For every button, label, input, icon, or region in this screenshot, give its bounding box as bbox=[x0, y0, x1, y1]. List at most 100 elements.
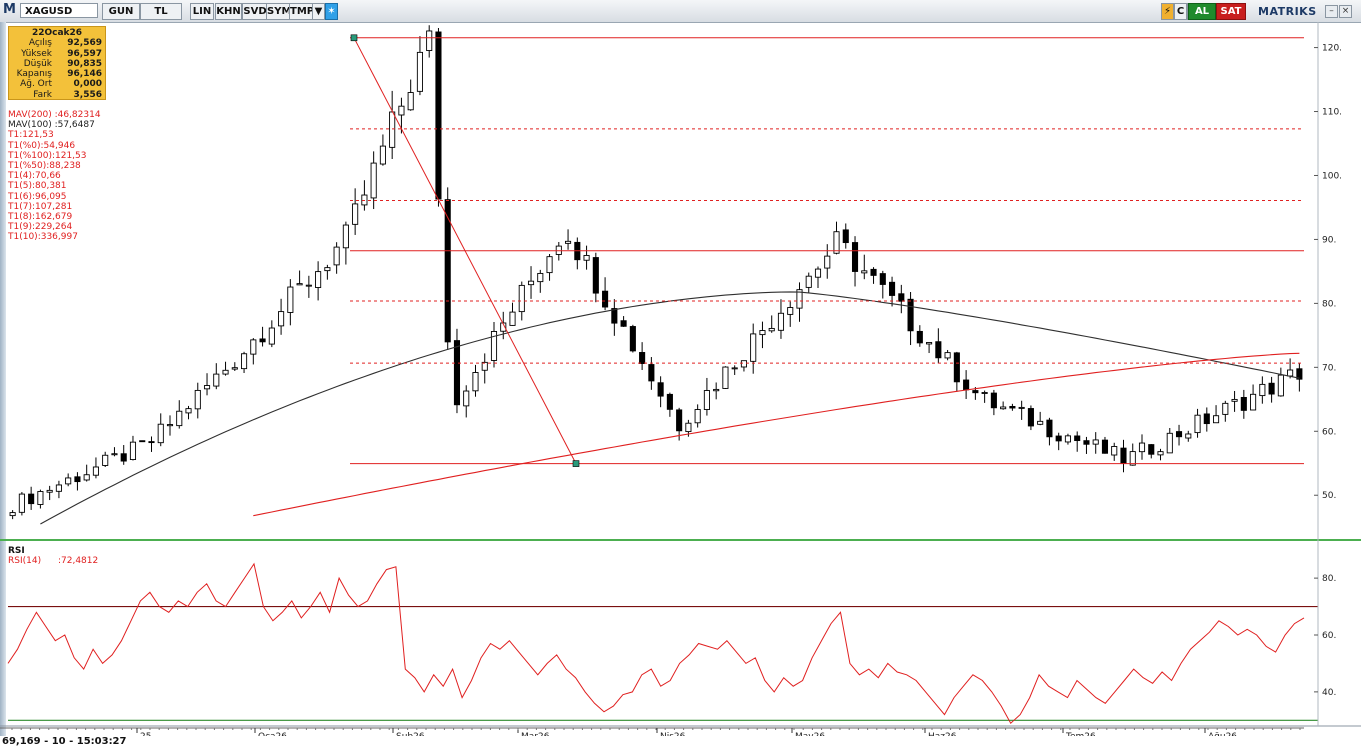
candle-body bbox=[676, 409, 683, 432]
candle-body bbox=[768, 327, 775, 332]
linear-button[interactable]: LIN bbox=[190, 3, 214, 20]
candle-body bbox=[972, 390, 979, 394]
candle-body bbox=[1287, 369, 1294, 377]
symbol-button[interactable]: SYM bbox=[266, 3, 291, 20]
candle-body bbox=[1213, 415, 1220, 424]
period-button[interactable]: GUN bbox=[102, 3, 140, 20]
candle-body bbox=[18, 493, 25, 513]
candle-body bbox=[231, 367, 238, 370]
candle-body bbox=[602, 290, 609, 308]
c-button[interactable]: C bbox=[1174, 3, 1187, 20]
candle-body bbox=[287, 286, 294, 313]
candle-body bbox=[1231, 398, 1238, 402]
candle-body bbox=[55, 484, 62, 492]
candle-body bbox=[28, 493, 35, 505]
currency-button[interactable]: TL bbox=[140, 3, 182, 20]
candle-body bbox=[870, 268, 877, 276]
candle-body bbox=[1009, 406, 1016, 409]
candle-body bbox=[657, 382, 664, 397]
rsi-value: :72,4812 bbox=[57, 556, 99, 566]
candle-body bbox=[259, 338, 266, 343]
indicator-legend-item: T1(7):107,281 bbox=[8, 201, 73, 212]
candle-body bbox=[157, 423, 164, 444]
rsi-tick-label: 60. bbox=[1322, 631, 1336, 641]
candle-body bbox=[944, 352, 951, 359]
info-label: Ağ. Ort bbox=[20, 79, 52, 90]
info-label: Yüksek bbox=[21, 48, 52, 59]
time-tick-label: Nis26 bbox=[660, 732, 686, 736]
candle-body bbox=[750, 333, 757, 362]
candle-body bbox=[83, 474, 90, 481]
candle-body bbox=[333, 246, 340, 266]
candle-body bbox=[407, 92, 414, 111]
indicator-legend-item: T1(4):70,66 bbox=[8, 171, 61, 182]
candle-body bbox=[1250, 393, 1257, 411]
rsi-tick-label: 80. bbox=[1322, 574, 1336, 584]
candle-body bbox=[620, 320, 627, 327]
candle-body bbox=[120, 453, 127, 462]
candle-body bbox=[694, 409, 701, 424]
time-tick-label: Oca26 bbox=[258, 732, 287, 736]
twitter-icon[interactable]: ✶ bbox=[325, 3, 338, 20]
candle-body bbox=[842, 229, 849, 244]
dropdown-arrow-icon[interactable]: ▼ bbox=[312, 3, 325, 20]
candle-body bbox=[685, 422, 692, 433]
info-row: Fark 3,556 bbox=[12, 90, 102, 100]
price-panel bbox=[9, 25, 1304, 525]
candle-body bbox=[1101, 439, 1109, 454]
sell-button[interactable]: SAT bbox=[1216, 3, 1246, 20]
template-button[interactable]: TMP bbox=[289, 3, 314, 20]
candle-body bbox=[379, 145, 386, 165]
candle-button[interactable]: KHN bbox=[215, 3, 242, 20]
symbol-input[interactable]: XAGUSD bbox=[20, 3, 98, 18]
candle-body bbox=[916, 330, 923, 344]
candle-body bbox=[1268, 382, 1275, 395]
info-row: Kapanış 96,146 bbox=[12, 69, 102, 79]
candle-body bbox=[352, 203, 359, 225]
chart-canvas[interactable]: 50. 60. 70. 80. 90. 100. 110. 120. 40. 60. 80. 25 Oc… bbox=[0, 22, 1361, 736]
candle-body bbox=[398, 105, 405, 116]
rsi-label: RSI(14) bbox=[8, 556, 42, 566]
candle-body bbox=[861, 270, 868, 274]
candle-body bbox=[1194, 414, 1201, 434]
candle-body bbox=[129, 441, 137, 461]
candle-body bbox=[241, 353, 248, 370]
minimize-icon[interactable]: – bbox=[1325, 5, 1338, 18]
volume-button[interactable]: SVD bbox=[242, 3, 268, 20]
candle-body bbox=[213, 373, 220, 387]
rsi-title: RSI bbox=[8, 546, 25, 556]
candle-body bbox=[222, 369, 229, 375]
candle-body bbox=[583, 254, 590, 261]
candle-body bbox=[1018, 406, 1025, 409]
candle-body bbox=[1111, 446, 1118, 456]
candle-body bbox=[1138, 442, 1146, 453]
close-icon[interactable]: × bbox=[1339, 5, 1352, 18]
indicator-legend-item: T1(%50):88,238 bbox=[8, 161, 81, 172]
candle-body bbox=[342, 224, 349, 249]
candle-body bbox=[305, 284, 312, 287]
candle-body bbox=[268, 327, 275, 345]
info-row: Yüksek 96,597 bbox=[12, 49, 102, 59]
candle-body bbox=[1157, 451, 1164, 456]
candle-body bbox=[509, 311, 516, 326]
candle-body bbox=[740, 360, 747, 368]
candle-body bbox=[777, 312, 785, 331]
price-tick-label: 60. bbox=[1322, 427, 1336, 437]
candle-body bbox=[814, 268, 822, 278]
candle-body bbox=[74, 476, 81, 483]
info-value: 0,000 bbox=[73, 79, 102, 90]
buy-button[interactable]: AL bbox=[1188, 3, 1216, 20]
indicator-legend-item: T1(%100):121,53 bbox=[8, 150, 87, 161]
fib-anchor-end bbox=[572, 460, 580, 467]
info-value: 96,597 bbox=[67, 48, 102, 59]
candle-body bbox=[416, 51, 423, 92]
price-tick-label: 90. bbox=[1322, 235, 1336, 245]
indicator-legend-item: MAV(200) :46,82314 bbox=[8, 110, 101, 120]
lightning-icon[interactable]: ⚡ bbox=[1161, 3, 1174, 20]
candle-body bbox=[879, 273, 886, 285]
candle-body bbox=[148, 441, 155, 444]
candle-body bbox=[611, 308, 618, 324]
candle-body bbox=[926, 342, 933, 345]
candle-body bbox=[102, 454, 109, 466]
candle-body bbox=[166, 424, 174, 427]
